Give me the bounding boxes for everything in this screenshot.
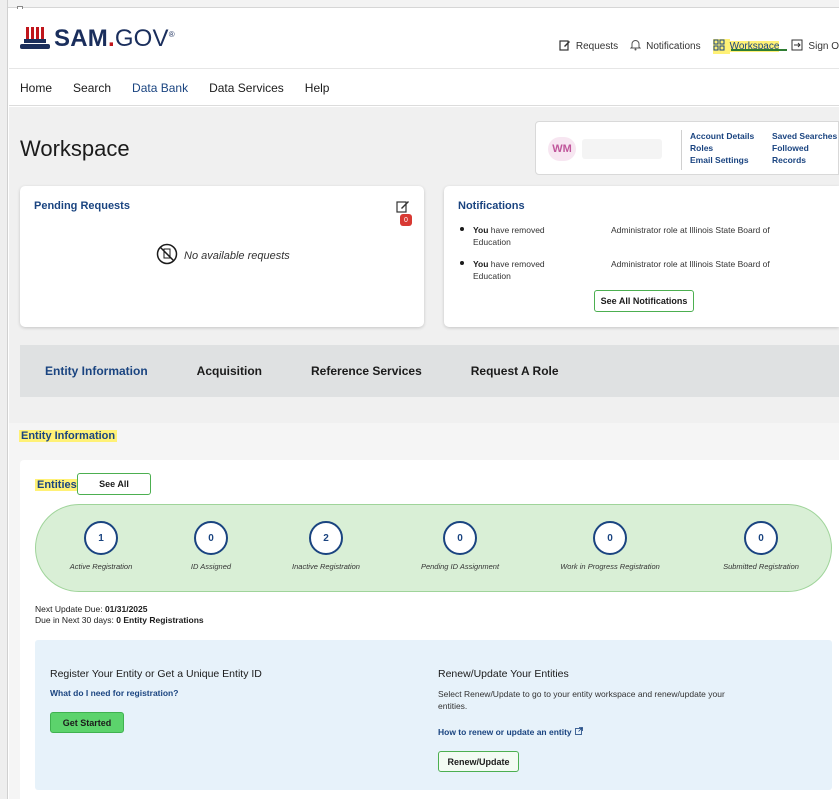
stat-id-assigned[interactable]: 0 ID Assigned <box>146 521 276 571</box>
stat-inactive-registration[interactable]: 2 Inactive Registration <box>261 521 391 571</box>
renew-heading: Renew/Update Your Entities <box>438 668 569 680</box>
window-left-edge <box>0 0 8 799</box>
profile-card: WM Account Details Roles Email Settings … <box>535 121 839 175</box>
bell-icon <box>629 39 646 54</box>
entities-card: Entities See All 1 Active Registration 0… <box>20 460 839 799</box>
notifications-list: You have removed Education Administrator… <box>458 224 828 292</box>
external-link-icon <box>574 727 583 737</box>
tab-reference-services[interactable]: Reference Services <box>311 364 422 378</box>
account-details-link[interactable]: Account Details <box>690 130 754 142</box>
renew-description: Select Renew/Update to go to your entity… <box>438 689 725 711</box>
tab-request-a-role[interactable]: Request A Role <box>471 364 559 378</box>
logo-text: SAM.GOV® <box>54 25 175 52</box>
notifications-title[interactable]: Notifications <box>458 200 525 212</box>
entities-label: Entities <box>35 479 79 491</box>
register-heading: Register Your Entity or Get a Unique Ent… <box>50 668 262 680</box>
sam-gov-logo[interactable]: SAM.GOV® <box>20 25 175 53</box>
page-title: Workspace <box>20 136 130 161</box>
list-item[interactable]: You have removed Education Administrator… <box>458 224 828 258</box>
no-requests-message: No available requests <box>156 243 290 268</box>
registration-requirements-link[interactable]: What do I need for registration? <box>50 688 178 698</box>
utility-nav: Requests Notifications Workspace Sign O <box>547 39 839 54</box>
register-renew-panel: Register Your Entity or Get a Unique Ent… <box>35 640 832 790</box>
profile-divider <box>681 130 682 170</box>
nav-help[interactable]: Help <box>305 81 330 95</box>
pending-count-badge: 0 <box>400 214 412 226</box>
nav-search[interactable]: Search <box>73 81 111 95</box>
notifications-link[interactable]: Notifications <box>629 39 701 54</box>
notifications-card: Notifications You have removed Education… <box>444 186 839 327</box>
no-requests-icon <box>156 243 184 268</box>
window-top-edge <box>0 0 839 8</box>
workspace-link[interactable]: Workspace <box>712 39 780 54</box>
profile-links-primary: Account Details Roles Email Settings <box>690 130 754 166</box>
workspace-active-underline <box>731 49 787 51</box>
followed-records-link[interactable]: Followed Records <box>772 142 838 166</box>
sign-out-icon <box>791 39 808 54</box>
email-settings-link[interactable]: Email Settings <box>690 154 754 166</box>
pending-requests-title[interactable]: Pending Requests <box>34 200 130 212</box>
stat-work-in-progress-registration[interactable]: 0 Work in Progress Registration <box>545 521 675 571</box>
pending-requests-card: Pending Requests 0 No available requests <box>20 186 424 327</box>
how-to-renew-link[interactable]: How to renew or update an entity <box>438 727 583 737</box>
get-started-button[interactable]: Get Started <box>50 712 124 733</box>
requests-link[interactable]: Requests <box>559 39 618 54</box>
nav-home[interactable]: Home <box>20 81 52 95</box>
profile-links-secondary: Saved Searches Followed Records <box>772 130 838 166</box>
bullet <box>460 227 464 231</box>
next-update-info: Next Update Due: 01/31/2025 Due in Next … <box>35 604 204 625</box>
tab-entity-information[interactable]: Entity Information <box>45 364 148 378</box>
stat-submitted-registration[interactable]: 0 Submitted Registration <box>696 521 826 571</box>
nav-data-services[interactable]: Data Services <box>209 81 284 95</box>
avatar[interactable]: WM <box>548 137 576 161</box>
see-all-notifications-button[interactable]: See All Notifications <box>594 290 694 312</box>
grid-icon <box>712 39 730 54</box>
bullet <box>460 261 464 265</box>
site-header: SAM.GOV® Requests Notifications Workspac… <box>9 9 839 69</box>
renew-update-button[interactable]: Renew/Update <box>438 751 519 772</box>
see-all-button[interactable]: See All <box>77 473 151 495</box>
roles-link[interactable]: Roles <box>690 142 754 154</box>
nav-data-bank[interactable]: Data Bank <box>132 81 188 95</box>
edit-icon <box>559 39 576 54</box>
registration-status-bar: 1 Active Registration 0 ID Assigned 2 In… <box>35 504 832 592</box>
workspace-tabs: Entity Information Acquisition Reference… <box>20 345 839 397</box>
tab-acquisition[interactable]: Acquisition <box>197 364 262 378</box>
section-title: Entity Information <box>19 430 118 442</box>
flag-hat-icon <box>20 26 50 52</box>
stat-pending-id-assignment[interactable]: 0 Pending ID Assignment <box>395 521 525 571</box>
main-nav: Home Search Data Bank Data Services Help <box>9 70 839 106</box>
saved-searches-link[interactable]: Saved Searches <box>772 130 838 142</box>
list-item[interactable]: You have removed Education Administrator… <box>458 258 828 292</box>
sign-out-link[interactable]: Sign O <box>791 39 839 54</box>
user-name-redacted <box>582 139 662 159</box>
